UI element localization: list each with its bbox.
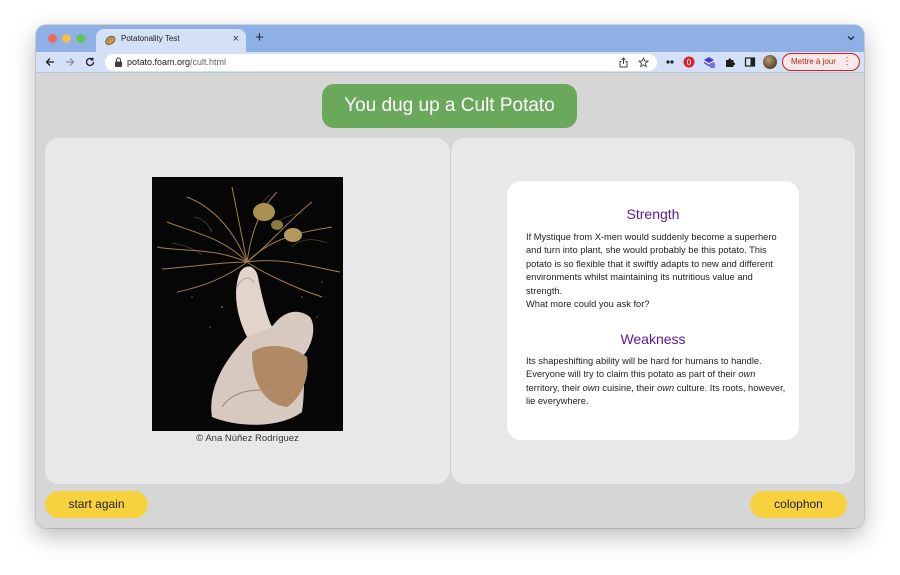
bookmark-star-icon[interactable] [638, 57, 649, 68]
zoom-window-button[interactable] [76, 34, 85, 43]
reload-icon[interactable] [84, 56, 96, 68]
close-window-button[interactable] [48, 34, 57, 43]
strength-text: If Mystique from X-men would suddenly be… [526, 231, 786, 311]
back-arrow-icon[interactable] [44, 56, 56, 68]
tab-close-icon[interactable]: × [233, 32, 239, 46]
update-button-label: Mettre à jour [791, 57, 836, 66]
url-text: potato.foam.org/cult.html [127, 57, 226, 67]
lock-icon [115, 57, 122, 67]
description-panel: Strength If Mystique from X-men would su… [450, 138, 855, 484]
weakness-part2: territory, their [526, 382, 583, 393]
weakness-part3: cuisine, their [599, 382, 658, 393]
weakness-paragraph: Its shapeshifting ability will be hard f… [526, 355, 786, 409]
browser-window: Potatonality Test × + potato.foam.org/cu… [36, 25, 864, 528]
colophon-button[interactable]: colophon [750, 491, 847, 518]
address-bar[interactable]: potato.foam.org/cult.html [105, 54, 657, 71]
emphasis-own-2: own [582, 382, 600, 393]
tab-strip: Potatonality Test × + [36, 25, 864, 52]
forward-arrow-icon[interactable] [64, 56, 76, 68]
emphasis-own-3: own [657, 382, 675, 393]
tab-title: Potatonality Test [121, 34, 180, 43]
weakness-text: Its shapeshifting ability will be hard f… [526, 355, 786, 409]
potato-favicon-icon [105, 35, 116, 45]
puzzle-extensions-icon[interactable] [724, 56, 736, 68]
update-button[interactable]: Mettre à jour ⋮ [782, 53, 860, 71]
photo-credit: © Ana Núñez Rodríguez [196, 433, 299, 444]
image-panel: © Ana Núñez Rodríguez [45, 138, 450, 484]
new-tab-button[interactable]: + [255, 28, 264, 48]
extension-dots-icon[interactable] [664, 56, 676, 68]
opera-extension-icon[interactable] [683, 56, 695, 68]
url-host: potato.foam.org [127, 57, 191, 67]
result-title: You dug up a Cult Potato [322, 84, 577, 128]
hand-holding-potato-roots-image [152, 177, 343, 431]
potato-photo [152, 177, 343, 431]
browser-toolbar: potato.foam.org/cult.html Mettre à jour [36, 52, 864, 73]
weakness-heading: Weakness [620, 331, 686, 347]
side-panel-icon[interactable] [744, 56, 756, 68]
share-icon[interactable] [618, 57, 629, 68]
emphasis-own-1: own [738, 369, 756, 380]
tab-potatonality-test[interactable]: Potatonality Test × [96, 29, 246, 52]
description-card: Strength If Mystique from X-men would su… [507, 181, 799, 440]
url-path: /cult.html [190, 57, 227, 67]
more-menu-icon[interactable]: ⋮ [842, 55, 852, 69]
strength-paragraph: If Mystique from X-men would suddenly be… [526, 232, 777, 296]
weakness-part1: Its shapeshifting ability will be hard f… [526, 356, 762, 380]
profile-avatar[interactable] [763, 55, 777, 69]
page-content: You dug up a Cult Potato © Ana Núñez Rod… [36, 74, 864, 528]
minimize-window-button[interactable] [62, 34, 71, 43]
strength-question: What more could you ask for? [526, 299, 650, 310]
chevron-down-icon[interactable] [846, 33, 856, 43]
stack-extension-icon[interactable] [703, 56, 715, 68]
start-again-button[interactable]: start again [45, 491, 148, 518]
strength-heading: Strength [626, 206, 680, 222]
